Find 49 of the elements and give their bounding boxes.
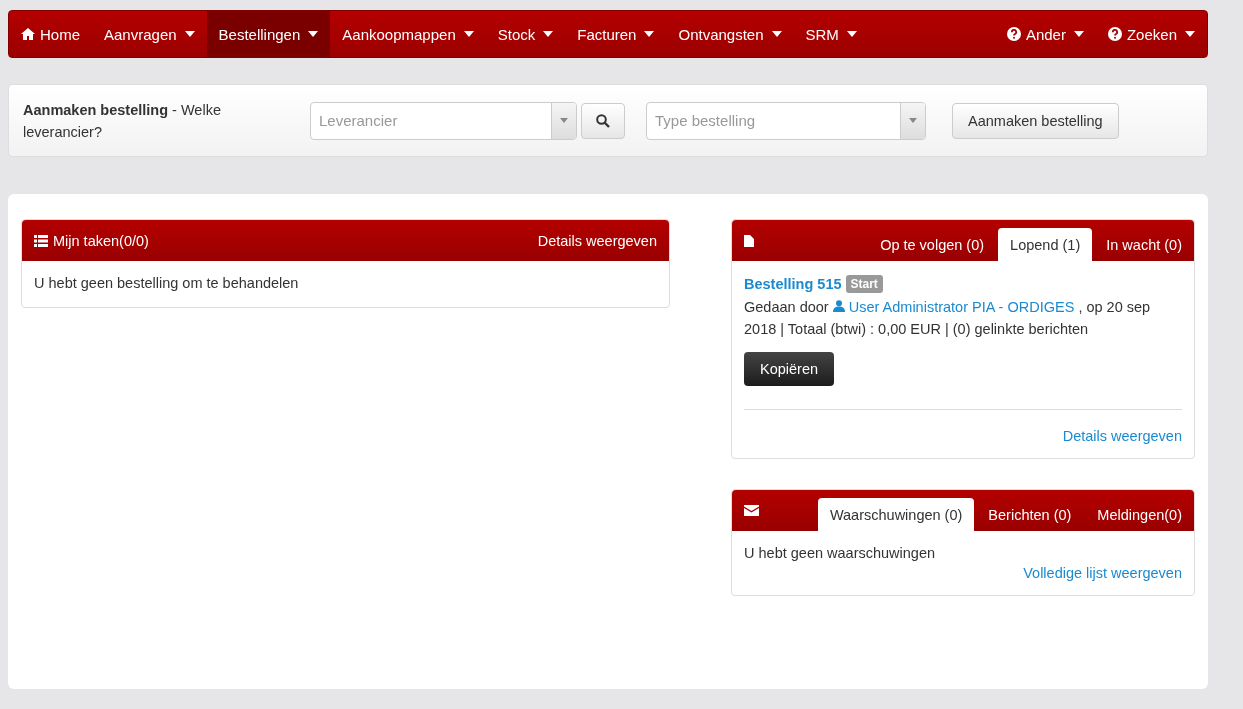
search-icon	[596, 113, 610, 128]
caret-icon	[644, 31, 655, 37]
panel-tab[interactable]: Berichten (0)	[976, 498, 1084, 531]
nav-menu-item[interactable]: Aanvragen	[92, 11, 207, 57]
home-icon	[21, 28, 35, 40]
empty-message: U hebt geen bestelling om te behandelen	[33, 274, 300, 293]
caret-icon	[771, 31, 782, 37]
caret-icon	[846, 31, 857, 37]
nav-menu-item[interactable]: Facturen	[565, 11, 667, 57]
nav-menu-item[interactable]: Aankoopmappen	[330, 11, 486, 57]
caret-icon	[560, 118, 568, 123]
caret-icon	[909, 118, 918, 123]
caret-icon	[184, 31, 195, 37]
details-link[interactable]: Details weergeven	[1062, 428, 1182, 444]
create-order-prompt: Aanmaken bestelling - Welke leverancier?	[23, 100, 222, 142]
details-link[interactable]: Details weergeven	[537, 232, 657, 249]
nav-menu-item[interactable]: Zoeken	[1095, 11, 1207, 57]
nav-menu-item[interactable]: Home	[9, 11, 92, 57]
nav-menu-item[interactable]: Stock	[485, 11, 566, 57]
panel-title: Mijn taken(0/0)	[53, 232, 149, 249]
list-icon	[34, 234, 48, 247]
panel-tab[interactable]: In wacht (0)	[1094, 228, 1194, 261]
order-description: Gedaan door User Administrator PIA - ORDIGES , op 20 sep 2018 | Totaal (btwi) : 0,00 EUR | (0) gelinkte berichten	[744, 298, 1152, 339]
nav-menu-item[interactable]: SRM	[793, 11, 869, 57]
caret-icon	[308, 31, 319, 37]
panel-tab[interactable]: Lopend (1)	[998, 228, 1093, 261]
panel-tab[interactable]: Meldingen(0)	[1085, 498, 1194, 531]
caret-icon	[1185, 31, 1195, 37]
user-link[interactable]: User Administrator PIA - ORDIGES	[832, 299, 1075, 315]
document-icon	[744, 234, 754, 247]
envelope-icon	[744, 505, 759, 516]
order-link[interactable]: Bestelling 515	[744, 276, 842, 292]
search-button[interactable]	[581, 102, 625, 139]
help-icon	[1107, 27, 1122, 41]
create-order-button[interactable]: Aanmaken bestelling	[952, 102, 1119, 139]
caret-icon	[543, 31, 554, 37]
full-list-link[interactable]: Volledige lijst weergeven	[1023, 565, 1182, 581]
nav-menu-item[interactable]: Ontvangsten	[666, 11, 794, 57]
help-icon	[1006, 27, 1021, 41]
panel-tab[interactable]: Op te volgen (0)	[868, 228, 997, 261]
user-icon	[832, 300, 845, 312]
nav-menu-item[interactable]: Ander	[994, 11, 1096, 57]
panel-tab[interactable]: Waarschuwingen (0)	[817, 498, 975, 531]
empty-message: U hebt geen waarschuwingen	[744, 545, 937, 561]
caret-icon	[463, 31, 474, 37]
nav-menu-item[interactable]: Bestellingen	[206, 11, 331, 57]
status-badge: Start	[845, 275, 883, 293]
copy-button[interactable]: Kopiëren	[744, 352, 835, 386]
caret-icon	[1073, 31, 1084, 37]
